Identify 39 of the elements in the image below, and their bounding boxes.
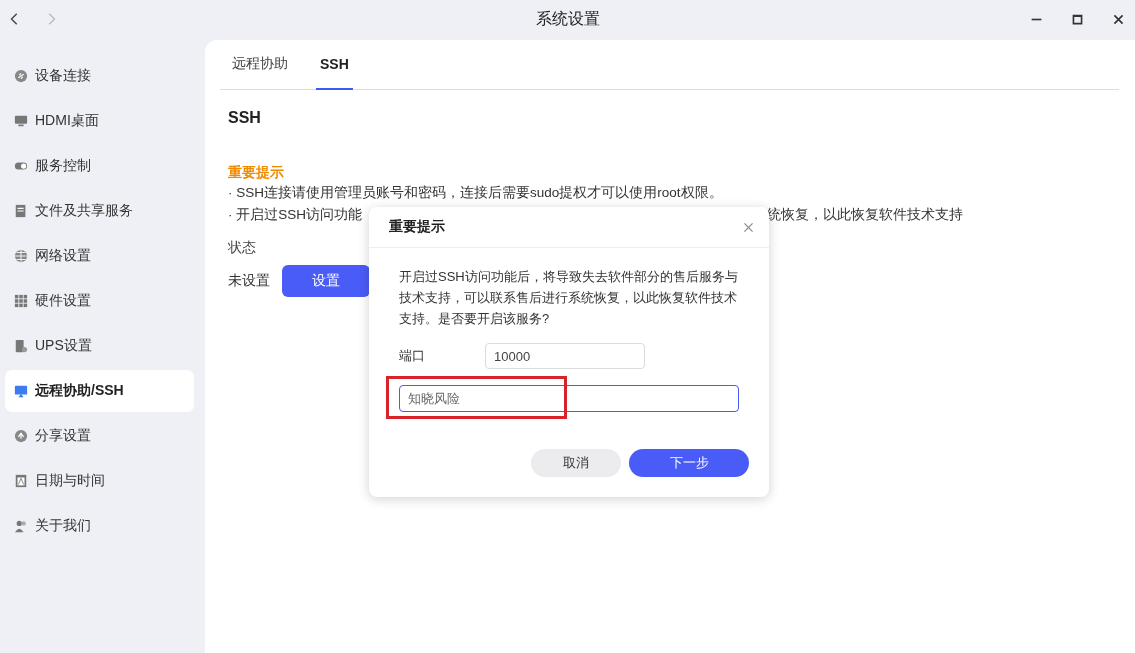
tab[interactable]: SSH (316, 40, 353, 90)
next-button[interactable]: 下一步 (629, 449, 749, 477)
globe-icon (14, 249, 28, 263)
sidebar-item[interactable]: 文件及共享服务 (5, 190, 194, 232)
ups-icon (14, 339, 28, 353)
share-icon (14, 429, 28, 443)
port-input[interactable]: 10000 (485, 343, 645, 369)
sidebar-item[interactable]: 日期与时间 (5, 460, 194, 502)
notice-title: 重要提示 (228, 164, 285, 182)
close-icon (1111, 12, 1125, 26)
grid-icon (14, 294, 28, 308)
file-icon (14, 204, 28, 218)
confirm-input[interactable]: 知晓风险 (399, 385, 739, 412)
sidebar-item[interactable]: 关于我们 (5, 505, 194, 547)
cancel-button[interactable]: 取消 (531, 449, 621, 477)
sidebar-item[interactable]: 远程协助/SSH (5, 370, 194, 412)
maximize-icon (1070, 12, 1084, 26)
sidebar-item[interactable]: UPS设置 (5, 325, 194, 367)
sidebar-item[interactable]: 网络设置 (5, 235, 194, 277)
dialog-title: 重要提示 (389, 218, 445, 236)
notice-text: · SSH连接请使用管理员账号和密码，连接后需要sudo提权才可以使用root权限。 (228, 184, 723, 202)
close-icon (742, 220, 755, 234)
notice-text: · 开启过SSH访问功能 (228, 206, 362, 224)
section-title: SSH (228, 109, 262, 127)
setup-button[interactable]: 设置 (282, 265, 370, 297)
users-icon (14, 519, 28, 533)
tab[interactable]: 远程协助 (228, 40, 292, 90)
status-label: 状态 (228, 239, 257, 257)
sidebar-item[interactable]: 设备连接 (5, 55, 194, 97)
sidebar-item[interactable]: 分享设置 (5, 415, 194, 457)
sidebar-item[interactable]: 服务控制 (5, 145, 194, 187)
dialog-message: 开启过SSH访问功能后，将导致失去软件部分的售后服务与技术支持，可以联系售后进行系统恢复，以此恢复软件技术支持。是否要开启该服务? (399, 268, 739, 328)
window-title: 系统设置 (535, 8, 600, 29)
sidebar-item[interactable]: HDMI桌面 (5, 100, 194, 142)
port-label: 端口 (399, 347, 426, 365)
status-value: 未设置 (228, 272, 270, 290)
monitor-icon (14, 114, 28, 128)
sidebar-item[interactable]: 硬件设置 (5, 280, 194, 322)
screen-icon (14, 384, 28, 398)
